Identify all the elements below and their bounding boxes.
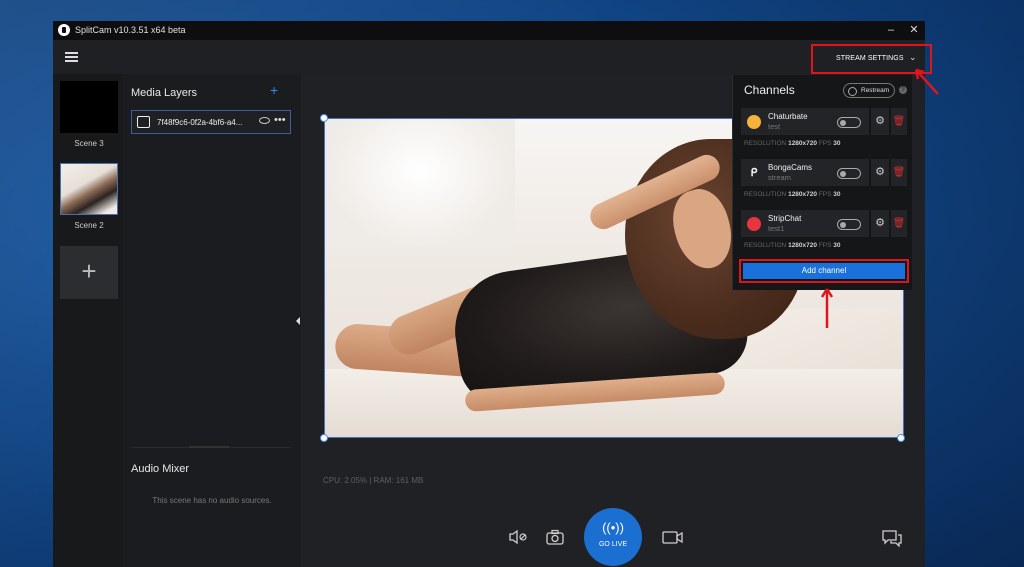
channel-item-stripchat: StripChat test1 ⚙ 🗑 RESOLUTION 1280x720 … [741, 210, 907, 252]
add-channel-highlight: Add channel [739, 259, 909, 283]
video-camera-icon[interactable] [662, 529, 684, 548]
channel-stream-name: test1 [768, 224, 785, 233]
channel-card[interactable]: StripChat test1 [741, 210, 869, 237]
bongacams-logo-icon: ᑭ [747, 166, 761, 180]
gear-icon[interactable]: ⚙ [871, 210, 889, 237]
channel-toggle[interactable] [837, 117, 861, 128]
scene-item-active[interactable]: Scene 2 [60, 163, 118, 230]
add-scene-button[interactable]: + [60, 246, 118, 299]
title-bar: SplitCam v10.3.51 x64 beta – ✕ [53, 21, 925, 40]
channels-panel: Channels Restream ? Chaturbate test ⚙ 🗑 … [732, 75, 912, 290]
resize-handle-bottom-left[interactable] [320, 434, 328, 442]
speaker-mute-icon[interactable] [508, 529, 528, 548]
resize-handle[interactable] [189, 446, 229, 448]
annotation-arrow [914, 68, 939, 95]
restream-button[interactable]: Restream [843, 83, 895, 98]
channel-item-bongacams: ᑭ BongaCams stream ⚙ 🗑 RESOLUTION 1280x7… [741, 159, 907, 201]
layer-name: 7f48f9c6-0f2a-4bf6-a4... [157, 118, 243, 127]
trash-icon[interactable]: 🗑 [891, 210, 907, 237]
chat-bubbles-icon[interactable] [881, 529, 903, 550]
stripchat-logo-icon [747, 217, 761, 231]
resize-handle-bottom-right[interactable] [897, 434, 905, 442]
minimize-button[interactable]: – [880, 22, 902, 39]
media-layers-panel: Media Layers + 7f48f9c6-0f2a-4bf6-a4... … [123, 74, 301, 567]
gear-icon[interactable]: ⚙ [871, 159, 889, 186]
channel-name: BongaCams [768, 163, 813, 172]
channel-stream-name: test [768, 122, 781, 131]
audio-mixer-title: Audio Mixer [131, 463, 190, 475]
help-icon[interactable]: ? [899, 86, 907, 94]
camera-icon[interactable] [546, 529, 564, 548]
add-channel-button[interactable]: Add channel [743, 263, 905, 279]
top-toolbar [53, 40, 925, 74]
channel-meta: RESOLUTION 1280x720 FPS 30 [744, 242, 841, 249]
resize-handle-top-left[interactable] [320, 114, 328, 122]
stream-settings-label: STREAM SETTINGS [836, 55, 904, 62]
channels-title: Channels [744, 83, 795, 97]
performance-stats: CPU: 2.05% | RAM: 161 MB [323, 476, 424, 485]
menu-icon[interactable] [65, 52, 78, 62]
media-layers-title: Media Layers [131, 87, 198, 99]
chevron-down-icon: ⌄ [909, 52, 917, 62]
more-options-icon[interactable]: ••• [274, 114, 286, 126]
scene-thumbnail [60, 163, 118, 215]
channel-card[interactable]: Chaturbate test [741, 108, 869, 135]
chaturbate-logo-icon [747, 115, 761, 129]
channel-name: Chaturbate [768, 112, 808, 121]
go-live-label: GO LIVE [598, 541, 627, 548]
photo-background [325, 119, 515, 249]
splitcam-logo-icon [58, 24, 70, 36]
image-layer-icon [137, 116, 150, 128]
channel-card[interactable]: ᑭ BongaCams stream [741, 159, 869, 186]
media-layer-item[interactable]: 7f48f9c6-0f2a-4bf6-a4... ••• [131, 110, 291, 134]
channel-meta: RESOLUTION 1280x720 FPS 30 [744, 191, 841, 198]
window-title: SplitCam v10.3.51 x64 beta [75, 25, 186, 35]
channel-name: StripChat [768, 214, 802, 223]
visibility-eye-icon[interactable] [259, 117, 270, 124]
collapse-panel-icon[interactable] [296, 317, 300, 325]
channel-toggle[interactable] [837, 219, 861, 230]
channel-stream-name: stream [768, 173, 791, 182]
scene-label: Scene 3 [74, 139, 104, 148]
no-audio-text: This scene has no audio sources. [152, 496, 272, 505]
trash-icon[interactable]: 🗑 [891, 108, 907, 135]
scene-thumbnail [60, 81, 118, 133]
scenes-column: Scene 3 Scene 2 + [53, 74, 123, 567]
channel-meta: RESOLUTION 1280x720 FPS 30 [744, 140, 841, 147]
trash-icon[interactable]: 🗑 [891, 159, 907, 186]
broadcast-icon: ((•)) [602, 520, 624, 535]
go-live-button[interactable]: ((•)) GO LIVE [584, 508, 642, 566]
scene-item[interactable]: Scene 3 [60, 81, 118, 148]
add-layer-button[interactable]: + [270, 82, 278, 98]
close-button[interactable]: ✕ [903, 22, 925, 39]
scene-label: Scene 2 [74, 221, 104, 230]
annotation-arrow [820, 288, 834, 328]
gear-icon[interactable]: ⚙ [871, 108, 889, 135]
channel-item-chaturbate: Chaturbate test ⚙ 🗑 RESOLUTION 1280x720 … [741, 108, 907, 150]
channel-toggle[interactable] [837, 168, 861, 179]
